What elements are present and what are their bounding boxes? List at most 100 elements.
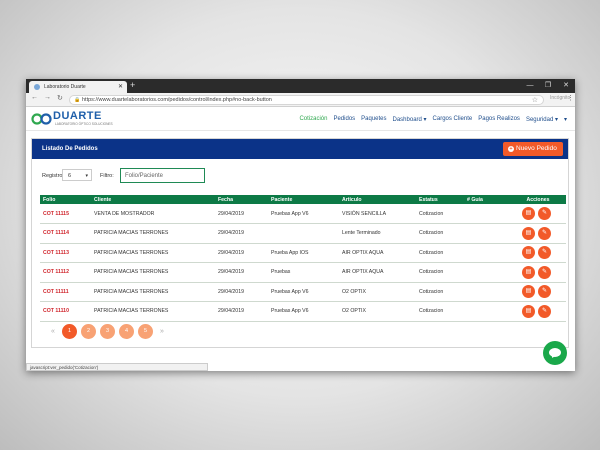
pager-prev[interactable]: « [48,328,58,335]
cell-paciente: Pruebas [268,262,339,283]
edit-icon[interactable]: ✎ [538,285,551,299]
cell-paciente: Pruebas App V6 [268,204,339,224]
col-guia: # Guía [467,196,483,203]
col-estatus: Estatus [419,196,438,203]
browser-menu-icon[interactable]: ⋮ [567,94,574,102]
cell-acciones: ▤ ✎ [510,282,566,302]
nav-pedidos[interactable]: Pedidos [333,116,355,122]
cell-acciones: ▤ ✎ [510,223,566,244]
cell-folio[interactable]: COT 11112 [40,262,91,283]
reload-icon[interactable]: ↻ [57,94,63,102]
pager-next[interactable]: » [157,328,167,335]
nav-paquetes[interactable]: Paquetes [361,116,386,122]
cell-fecha: 29/04/2019 [215,243,268,263]
nav-cargos-cliente[interactable]: Cargos Cliente [433,116,473,122]
cell-guia [464,243,510,263]
cell-guia [464,204,510,224]
cell-acciones: ▤ ✎ [510,262,566,283]
cell-paciente: Prueba App IOS [268,243,339,263]
browser-tab[interactable]: Laboratorio Duarte ✕ [29,81,127,93]
url-input[interactable]: 🔒 https://www.duartelaboratorios.com/ped… [69,95,544,105]
page-2[interactable]: 2 [81,324,96,339]
nav-dashboard[interactable]: Dashboard ▾ [393,116,427,123]
edit-icon[interactable]: ✎ [538,304,551,318]
records-select[interactable]: 6 ▾ [62,169,92,181]
cell-guia [464,223,510,244]
pdf-icon[interactable]: ▤ [522,304,535,318]
cell-estatus: Cotizacion [416,282,464,302]
nav-user-menu[interactable]: ▾ [564,116,567,123]
page-5[interactable]: 5 [138,324,153,339]
favicon-icon [34,84,40,90]
cell-paciente: Pruebas App V6 [268,301,339,322]
table-row: COT 11110 PATRICIA MACIAS TERRONES 29/04… [40,301,566,322]
maximize-button[interactable]: ❐ [539,79,557,93]
bookmark-star-icon[interactable]: ☆ [532,96,538,104]
page-1[interactable]: 1 [62,324,77,339]
filter-input[interactable]: Folio/Paciente [120,168,205,183]
col-acciones: Acciones [526,196,550,203]
minimize-button[interactable]: — [521,79,539,93]
edit-icon[interactable]: ✎ [538,207,551,220]
pdf-icon[interactable]: ▤ [522,285,535,299]
cell-estatus: Cotizacion [416,223,464,244]
cell-paciente [268,223,339,244]
chevron-down-icon: ▾ [85,173,88,179]
cell-fecha: 29/04/2019 [215,282,268,302]
cell-cliente: VENTA DE MOSTRADOR [91,204,215,224]
status-bar: javascript:ver_pedido('Cotizacion') [26,363,208,371]
cell-folio[interactable]: COT 11113 [40,243,91,263]
pdf-icon[interactable]: ▤ [522,265,535,279]
col-paciente: Paciente [271,196,293,203]
logo[interactable]: DUARTE LABORATORIO ÓPTICO SOLUCIONES [31,110,113,128]
tab-close-icon[interactable]: ✕ [118,83,123,90]
cell-articulo: O2 OPTIX [339,301,416,322]
nav-cotizacion[interactable]: Cotización [299,116,327,122]
records-value: 6 [68,173,72,179]
panel-header: Listado De Pedidos + Nuevo Pedido [32,139,568,159]
cell-cliente: PATRICIA MACIAS TERRONES [91,282,215,302]
logo-mark-icon [31,113,52,125]
chat-button[interactable] [543,341,567,365]
panel-title: Listado De Pedidos [42,146,98,152]
tab-bar: Laboratorio Duarte ✕ + — ❐ ✕ [26,79,575,93]
table-row: COT 11111 PATRICIA MACIAS TERRONES 29/04… [40,282,566,302]
edit-icon[interactable]: ✎ [538,246,551,260]
cell-folio[interactable]: COT 11110 [40,301,91,322]
pdf-icon[interactable]: ▤ [522,246,535,260]
cell-articulo: AIR OPTIX AQUA [339,243,416,263]
col-fecha: Fecha [218,196,233,203]
window-close-button[interactable]: ✕ [557,79,575,93]
pdf-icon[interactable]: ▤ [522,207,535,220]
filter-placeholder: Folio/Paciente [125,173,164,179]
plus-icon: + [508,146,514,152]
cell-cliente: PATRICIA MACIAS TERRONES [91,223,215,244]
records-label: Registro: [42,173,65,179]
cell-folio[interactable]: COT 11114 [40,223,91,244]
logo-tagline: LABORATORIO ÓPTICO SOLUCIONES [55,122,113,126]
cell-articulo: O2 OPTIX [339,282,416,302]
forward-icon[interactable]: → [44,94,51,101]
new-order-button[interactable]: + Nuevo Pedido [503,142,563,156]
cell-articulo: Lente Terminado [339,223,416,244]
cell-estatus: Cotizacion [416,262,464,283]
nav-pagos-realizos[interactable]: Pagos Realizos [478,116,520,122]
col-articulo: Articulo [342,196,362,203]
cell-acciones: ▤ ✎ [510,243,566,263]
col-folio: Folio [43,196,56,203]
url-text: https://www.duartelaboratorios.com/pedid… [82,97,272,103]
new-tab-button[interactable]: + [130,80,135,90]
address-bar: ← → ↻ 🔒 https://www.duartelaboratorios.c… [26,93,575,107]
edit-icon[interactable]: ✎ [538,226,551,240]
edit-icon[interactable]: ✎ [538,265,551,279]
orders-table: Folio Cliente Fecha Paciente Articulo Es… [40,195,566,322]
orders-panel: Listado De Pedidos + Nuevo Pedido Registr… [31,138,569,348]
new-order-label: Nuevo Pedido [516,145,557,152]
cell-folio[interactable]: COT 11115 [40,204,91,224]
page-4[interactable]: 4 [119,324,134,339]
nav-seguridad[interactable]: Seguridad ▾ [526,116,558,123]
back-icon[interactable]: ← [31,94,38,101]
cell-folio[interactable]: COT 11111 [40,282,91,302]
pdf-icon[interactable]: ▤ [522,226,535,240]
page-3[interactable]: 3 [100,324,115,339]
